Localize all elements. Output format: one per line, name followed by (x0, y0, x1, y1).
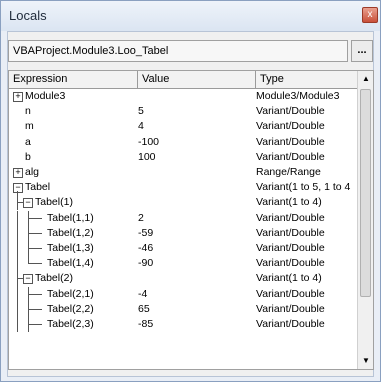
expression-cell: b (25, 150, 31, 163)
context-field: VBAProject.Module3.Loo_Tabel (8, 40, 348, 62)
table-row[interactable]: Tabel(2,2) 65 Variant/Double (9, 301, 357, 317)
value-cell (138, 165, 248, 180)
tree-line (17, 210, 18, 226)
tree-line (28, 263, 42, 265)
type-cell: Variant/Double (256, 257, 325, 270)
expression-cell: alg (25, 166, 40, 178)
collapse-minus-icon[interactable]: − (23, 198, 33, 209)
column-header-value[interactable]: Value (138, 71, 256, 88)
tree-line (28, 324, 42, 325)
expression-cell: Tabel(2,2) (47, 302, 94, 315)
type-cell: Variant/Double (256, 120, 325, 133)
type-cell: Variant/Double (256, 135, 325, 148)
type-cell: Variant(1 to 5, 1 to 4 (256, 181, 351, 194)
expression-cell: Module3 (25, 90, 66, 102)
column-header-expression[interactable]: Expression (9, 71, 138, 88)
expression-cell: Tabel(2,3) (47, 318, 94, 330)
expression-cell: Tabel(1,4) (47, 257, 94, 270)
value-cell: 100 (138, 150, 156, 163)
table-row[interactable]: Tabel(2,1) -4 Variant/Double (9, 286, 357, 302)
table-row[interactable]: Tabel(1,1) 2 Variant/Double (9, 210, 357, 226)
table-row[interactable]: Tabel(1,4) -90 Variant/Double (9, 256, 357, 272)
table-row[interactable]: Tabel(1,3) -46 Variant/Double (9, 241, 357, 257)
table-row[interactable]: Tabel(1,2) -59 Variant/Double (9, 225, 357, 241)
context-row: VBAProject.Module3.Loo_Tabel ... (8, 40, 374, 64)
value-cell: -46 (138, 242, 154, 254)
tree-line (28, 248, 42, 249)
table-row[interactable]: Tabel(2,3) -85 Variant/Double (9, 317, 357, 333)
value-cell: 5 (138, 105, 144, 118)
expression-cell: Tabel(2) (35, 272, 73, 285)
table-row[interactable]: − Tabel(1) Variant(1 to 4) (9, 191, 357, 211)
expression-cell: m (25, 120, 34, 133)
grid-header: Expression Value Type (9, 71, 357, 89)
table-row[interactable]: − Tabel(2) Variant(1 to 4) (9, 271, 357, 287)
type-cell: Variant/Double (256, 242, 325, 254)
type-cell: Range/Range (256, 166, 321, 178)
collapse-minus-icon[interactable]: − (23, 274, 33, 285)
value-cell: 65 (138, 302, 150, 315)
table-row[interactable]: + alg Range/Range (9, 165, 357, 180)
tree-line (17, 241, 18, 257)
value-cell (138, 195, 248, 210)
value-cell (138, 180, 248, 195)
tree-line (17, 225, 18, 241)
table-row[interactable]: n 5 Variant/Double (9, 104, 357, 119)
value-cell (138, 89, 248, 104)
tree-line (17, 301, 18, 317)
window-title: Locals (9, 8, 47, 23)
title-bar[interactable]: Locals x (1, 1, 380, 31)
scroll-up-arrow-icon[interactable]: ▲ (359, 71, 373, 87)
value-cell: -90 (138, 257, 154, 270)
vertical-scrollbar[interactable]: ▲ ▼ (357, 71, 373, 369)
type-cell: Variant/Double (256, 318, 325, 330)
expression-cell: Tabel(1,1) (47, 211, 94, 224)
expression-cell: Tabel(1) (35, 196, 73, 209)
value-cell (138, 271, 248, 286)
tree-line (17, 256, 18, 272)
table-row[interactable]: a -100 Variant/Double (9, 135, 357, 150)
type-cell: Variant/Double (256, 150, 325, 163)
type-cell: Module3/Module3 (256, 90, 340, 102)
scrollbar-thumb[interactable] (360, 89, 371, 297)
expression-cell: Tabel (25, 181, 51, 194)
type-cell: Variant/Double (256, 105, 325, 118)
value-cell: -85 (138, 318, 154, 330)
locals-grid: Expression Value Type + Module3 Module3/… (8, 70, 374, 370)
expression-cell: Tabel(1,3) (47, 242, 94, 254)
type-cell: Variant/Double (256, 287, 325, 300)
tree-line (28, 308, 42, 310)
expression-cell: n (25, 105, 31, 118)
close-button[interactable]: x (362, 7, 378, 23)
expand-plus-icon[interactable]: + (13, 92, 23, 102)
call-stack-button[interactable]: ... (351, 40, 373, 62)
expression-cell: Tabel(2,1) (47, 287, 94, 300)
type-cell: Variant/Double (256, 226, 325, 239)
tree-line (28, 293, 42, 295)
expand-plus-icon[interactable]: + (13, 168, 23, 178)
tree-line (28, 217, 42, 219)
column-header-type[interactable]: Type (256, 71, 357, 88)
type-cell: Variant/Double (256, 211, 325, 224)
tree-line (17, 286, 18, 302)
expression-cell: a (25, 135, 31, 148)
table-row[interactable]: b 100 Variant/Double (9, 150, 357, 165)
tree-line (28, 232, 42, 234)
type-cell: Variant(1 to 4) (256, 196, 322, 209)
value-cell: -100 (138, 135, 160, 148)
expression-cell: Tabel(1,2) (47, 226, 94, 239)
table-row[interactable]: m 4 Variant/Double (9, 119, 357, 134)
table-row[interactable]: − Tabel Variant(1 to 5, 1 to 4 (9, 180, 357, 195)
table-row[interactable]: + Module3 Module3/Module3 (9, 89, 357, 104)
value-cell: 4 (138, 120, 144, 133)
tree-line (17, 317, 18, 333)
tree-line (17, 191, 18, 211)
type-cell: Variant/Double (256, 302, 325, 315)
type-cell: Variant(1 to 4) (256, 272, 322, 285)
scroll-down-arrow-icon[interactable]: ▼ (359, 353, 373, 369)
value-cell: -59 (138, 226, 154, 239)
value-cell: -4 (138, 287, 148, 300)
value-cell: 2 (138, 211, 144, 224)
collapse-minus-icon[interactable]: − (13, 183, 23, 194)
